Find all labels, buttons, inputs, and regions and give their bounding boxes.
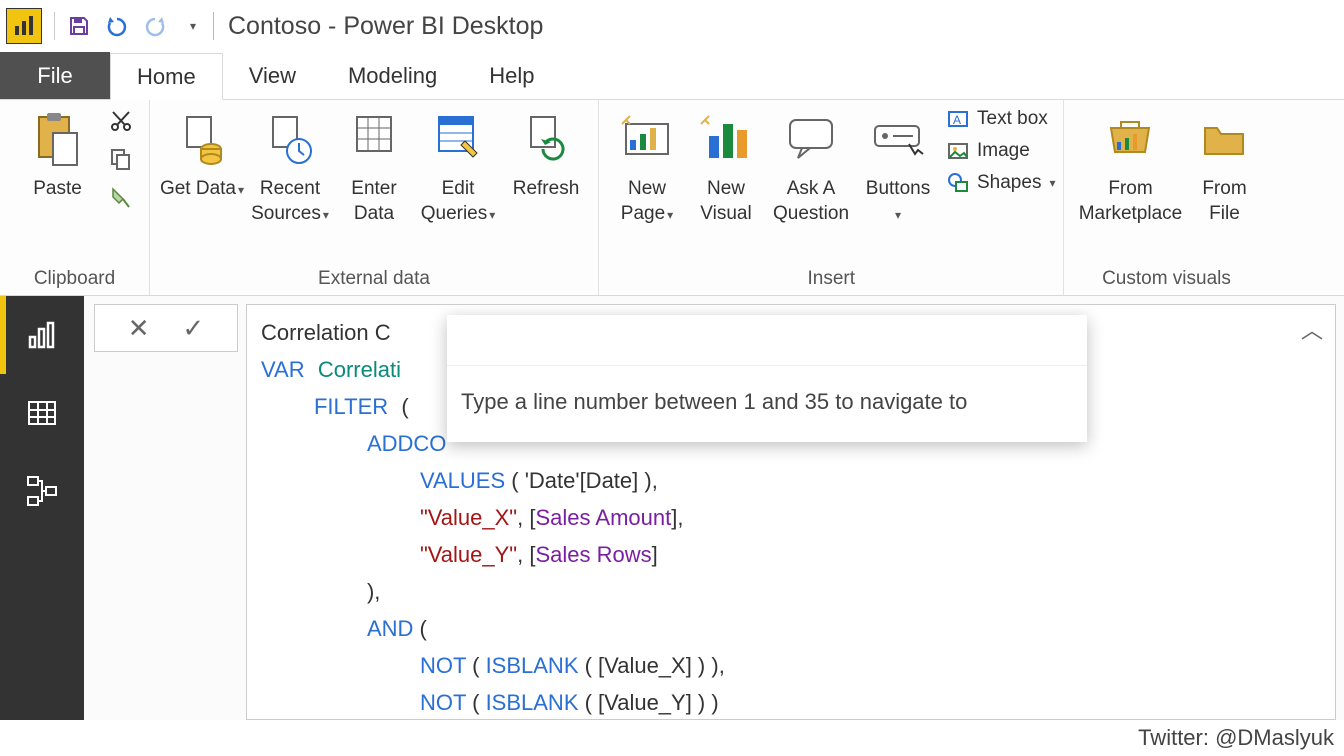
tab-view[interactable]: View: [223, 52, 322, 99]
view-switcher: [0, 296, 84, 720]
buttons-button[interactable]: Buttons▾: [857, 106, 939, 228]
qat-dropdown-icon[interactable]: ▾: [179, 12, 207, 40]
goto-line-hint: Type a line number between 1 and 35 to n…: [447, 366, 1087, 442]
app-icon: [6, 8, 42, 44]
cancel-formula-icon[interactable]: ✕: [128, 313, 150, 344]
ask-question-button[interactable]: Ask A Question: [765, 106, 857, 226]
image-button[interactable]: Image: [945, 138, 1055, 164]
buttons-label: Buttons: [866, 178, 930, 199]
tab-help[interactable]: Help: [463, 52, 560, 99]
cut-icon[interactable]: [106, 106, 136, 136]
group-label-clipboard: Clipboard: [34, 266, 115, 291]
commit-formula-icon[interactable]: ✓: [182, 313, 204, 344]
ribbon-group-clipboard: Paste Clipboard: [0, 100, 150, 295]
goto-line-input[interactable]: [447, 315, 1087, 366]
group-label-external: External data: [318, 266, 430, 291]
new-page-button[interactable]: New Page: [607, 106, 687, 228]
new-visual-button[interactable]: New Visual: [687, 106, 765, 226]
image-label: Image: [977, 140, 1030, 162]
format-painter-icon[interactable]: [106, 182, 136, 212]
goto-line-dialog: Type a line number between 1 and 35 to n…: [447, 315, 1087, 442]
title-bar: ▾ Contoso - Power BI Desktop: [0, 0, 1344, 52]
paste-label: Paste: [33, 176, 82, 201]
textbox-button[interactable]: A Text box: [945, 106, 1055, 132]
edit-queries-button[interactable]: Edit Queries: [414, 106, 502, 228]
dax-editor[interactable]: ︿ Correlation C VAR Correlati FILTER ( A…: [246, 304, 1336, 720]
new-page-label: New Page: [621, 178, 666, 224]
quick-access-toolbar: ▾: [65, 12, 207, 40]
undo-icon[interactable]: [103, 12, 131, 40]
shapes-label: Shapes: [977, 172, 1041, 194]
from-file-label: From File: [1188, 176, 1260, 226]
textbox-label: Text box: [977, 108, 1048, 130]
svg-text:A: A: [953, 113, 961, 127]
from-marketplace-button[interactable]: From Marketplace: [1072, 106, 1188, 226]
formula-editor: ✕ ✓ ︿ Correlation C VAR Correlati FILTER…: [84, 296, 1344, 720]
ribbon-group-custom: From Marketplace From File Custom visual…: [1064, 100, 1268, 295]
tab-home[interactable]: Home: [110, 53, 223, 100]
ribbon-group-external: Get Data Recent Sources Enter Data Edit …: [150, 100, 599, 295]
get-data-button[interactable]: Get Data: [158, 106, 246, 203]
new-visual-label: New Visual: [687, 176, 765, 226]
enter-data-button[interactable]: Enter Data: [334, 106, 414, 226]
report-view-icon[interactable]: [0, 296, 84, 374]
ribbon-group-insert: New Page New Visual Ask A Question Butto…: [599, 100, 1064, 295]
shapes-button[interactable]: Shapes▾: [945, 170, 1055, 196]
ask-question-label: Ask A Question: [765, 176, 857, 226]
save-icon[interactable]: [65, 12, 93, 40]
redo-icon[interactable]: [141, 12, 169, 40]
model-view-icon[interactable]: [0, 452, 84, 530]
enter-data-label: Enter Data: [334, 176, 414, 226]
from-file-button[interactable]: From File: [1188, 106, 1260, 226]
main-area: ✕ ✓ ︿ Correlation C VAR Correlati FILTER…: [0, 296, 1344, 720]
edit-queries-label: Edit Queries: [421, 178, 488, 224]
group-label-custom: Custom visuals: [1102, 266, 1231, 291]
group-label-insert: Insert: [807, 266, 855, 291]
paste-button[interactable]: Paste: [14, 106, 102, 201]
tab-modeling[interactable]: Modeling: [322, 52, 463, 99]
ribbon-tabs: File Home View Modeling Help: [0, 52, 1344, 100]
recent-sources-label: Recent Sources: [251, 178, 321, 224]
title-separator: [213, 12, 214, 40]
chevron-up-icon[interactable]: ︿: [1301, 313, 1323, 349]
refresh-button[interactable]: Refresh: [502, 106, 590, 201]
get-data-label: Get Data: [160, 178, 236, 199]
copy-icon[interactable]: [106, 144, 136, 174]
data-view-icon[interactable]: [0, 374, 84, 452]
tab-file[interactable]: File: [0, 52, 110, 99]
ribbon: Paste Clipboard Get Data Recent Sources …: [0, 100, 1344, 296]
window-title: Contoso - Power BI Desktop: [228, 12, 543, 41]
footer-text: Twitter: @DMaslyuk: [1138, 725, 1334, 751]
footer: Twitter: @DMaslyuk: [0, 720, 1344, 756]
formula-buttons: ✕ ✓: [94, 304, 238, 352]
refresh-label: Refresh: [513, 176, 580, 201]
from-marketplace-label: From Marketplace: [1072, 176, 1188, 226]
qat-separator: [54, 12, 55, 40]
recent-sources-button[interactable]: Recent Sources: [246, 106, 334, 228]
